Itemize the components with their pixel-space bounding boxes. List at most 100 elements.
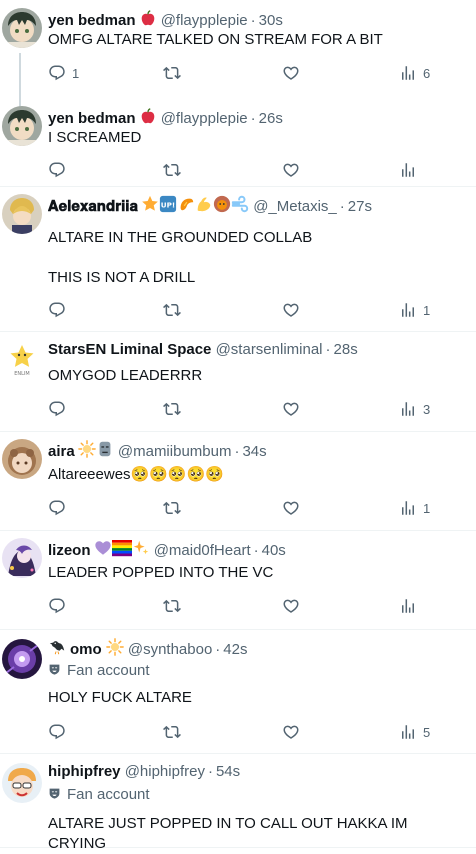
user-handle[interactable]: @synthaboo bbox=[128, 641, 212, 658]
retweet-button[interactable] bbox=[163, 722, 187, 742]
apple-icon bbox=[139, 9, 157, 29]
tweet-text: ALTARE IN THE GROUNDED COLLAB THIS IS NO… bbox=[48, 229, 313, 286]
user-handle[interactable]: @starsenliminal bbox=[216, 341, 323, 358]
retweet-button[interactable] bbox=[163, 596, 187, 616]
tweet[interactable]: 𝐀𝐞𝐥𝐞𝐱𝐚𝐧𝐝𝐫𝐢𝐢𝐚 UP! @_Metaxis_ · 27s ALTARE IN … bbox=[0, 186, 476, 332]
tweet-header: yen bedman @flaypplepie · 26s bbox=[48, 107, 468, 127]
reply-button[interactable] bbox=[48, 300, 72, 320]
avatar[interactable] bbox=[2, 763, 42, 803]
user-handle[interactable]: @hiphipfrey bbox=[125, 763, 205, 780]
retweet-icon bbox=[163, 597, 181, 615]
tweet[interactable]: hiphipfrey @hiphipfrey · 54s Fan account ALT… bbox=[0, 753, 476, 852]
views-count: 5 bbox=[423, 724, 431, 740]
tweet-actions: 16 bbox=[48, 63, 438, 83]
reply-icon bbox=[48, 597, 66, 615]
avatar[interactable] bbox=[2, 639, 42, 679]
views-button[interactable]: 3 bbox=[399, 399, 430, 419]
reply-button[interactable] bbox=[48, 596, 72, 616]
name-emojis bbox=[77, 440, 114, 460]
tweet-text: ALTARE JUST POPPED IN TO CALL OUT HAKKA … bbox=[48, 815, 408, 852]
tweet-text: LEADER POPPED INTO THE VC bbox=[48, 564, 274, 581]
like-button[interactable] bbox=[282, 63, 306, 83]
tweet-text: I SCREAMED bbox=[48, 129, 142, 146]
tweet[interactable]: aira @mamiibumbum · 34s Altareeewes🥺🥺🥺🥺🥺 1 bbox=[0, 431, 476, 531]
display-name[interactable]: omo bbox=[70, 641, 102, 658]
reply-icon bbox=[48, 161, 66, 179]
like-button[interactable] bbox=[282, 160, 306, 180]
like-button[interactable] bbox=[282, 498, 306, 518]
heart-icon bbox=[282, 499, 300, 517]
retweet-button[interactable] bbox=[163, 63, 187, 83]
separator-dot: · bbox=[325, 341, 331, 358]
views-button[interactable] bbox=[399, 596, 423, 616]
display-name[interactable]: lizeon bbox=[48, 542, 91, 559]
timestamp[interactable]: 54s bbox=[216, 763, 240, 780]
fan-account-text: Fan account bbox=[67, 786, 150, 803]
display-name[interactable]: hiphipfrey bbox=[48, 763, 121, 780]
views-count: 3 bbox=[423, 401, 431, 417]
like-button[interactable] bbox=[282, 596, 306, 616]
views-button[interactable]: 6 bbox=[399, 63, 430, 83]
reply-button[interactable] bbox=[48, 498, 72, 518]
user-handle[interactable]: @flaypplepie bbox=[161, 110, 248, 127]
retweet-icon bbox=[163, 161, 181, 179]
reply-button[interactable] bbox=[48, 722, 72, 742]
crow-icon bbox=[48, 638, 66, 658]
like-button[interactable] bbox=[282, 300, 306, 320]
retweet-icon bbox=[163, 301, 181, 319]
bar-chart-icon bbox=[399, 499, 417, 517]
reply-button[interactable]: 1 bbox=[48, 63, 79, 83]
timestamp[interactable]: 28s bbox=[334, 341, 358, 358]
sun-icon bbox=[105, 638, 124, 658]
display-name[interactable]: 𝐀𝐞𝐥𝐞𝐱𝐚𝐧𝐝𝐫𝐢𝐢𝐚 bbox=[48, 198, 138, 215]
timestamp[interactable]: 42s bbox=[223, 641, 247, 658]
avatar[interactable] bbox=[2, 8, 42, 48]
tweet[interactable]: lizeon @maid0fHeart · 40s LEADER POPPED INT… bbox=[0, 530, 476, 630]
tweet-header: lizeon @maid0fHeart · 40s bbox=[48, 539, 468, 559]
avatar[interactable] bbox=[2, 538, 42, 578]
views-button[interactable]: 1 bbox=[399, 300, 430, 320]
avatar[interactable] bbox=[2, 194, 42, 234]
timestamp[interactable]: 40s bbox=[262, 542, 286, 559]
up-button-icon: UP! bbox=[159, 195, 177, 215]
tweet[interactable]: yen bedman @flaypplepie · 26s I SCREAMED bbox=[0, 98, 476, 187]
retweet-button[interactable] bbox=[163, 160, 187, 180]
bar-chart-icon bbox=[399, 301, 417, 319]
timestamp[interactable]: 30s bbox=[259, 12, 283, 29]
views-count: 6 bbox=[423, 65, 431, 81]
display-name[interactable]: aira bbox=[48, 443, 75, 460]
display-name[interactable]: yen bedman bbox=[48, 12, 136, 29]
avatar[interactable]: ENLIM bbox=[2, 339, 42, 379]
tweet[interactable]: ENLIM StarsEN Liminal Space @starsenlimin… bbox=[0, 331, 476, 432]
reply-button[interactable] bbox=[48, 399, 72, 419]
tweet-header: yen bedman @flaypplepie · 30s bbox=[48, 9, 468, 29]
display-name[interactable]: yen bedman bbox=[48, 110, 136, 127]
retweet-button[interactable] bbox=[163, 300, 187, 320]
user-handle[interactable]: @_Metaxis_ bbox=[253, 198, 337, 215]
timestamp[interactable]: 34s bbox=[242, 443, 266, 460]
views-button[interactable] bbox=[399, 160, 423, 180]
bar-chart-icon bbox=[399, 597, 417, 615]
tweet[interactable]: yen bedman @flaypplepie · 30s OMFG ALTARE T… bbox=[0, 0, 476, 110]
views-button[interactable]: 1 bbox=[399, 498, 430, 518]
user-handle[interactable]: @maid0fHeart bbox=[154, 542, 251, 559]
tweet[interactable]: omo @synthaboo · 42s Fan account HOLY FUCK A… bbox=[0, 629, 476, 754]
display-name[interactable]: StarsEN Liminal Space bbox=[48, 341, 211, 358]
like-button[interactable] bbox=[282, 722, 306, 742]
retweet-icon bbox=[163, 499, 181, 517]
separator-dot: · bbox=[234, 442, 240, 460]
replies-count: 1 bbox=[72, 65, 80, 81]
reply-button[interactable] bbox=[48, 160, 72, 180]
timestamp[interactable]: 26s bbox=[259, 110, 283, 127]
avatar[interactable] bbox=[2, 106, 42, 146]
views-button[interactable]: 5 bbox=[399, 722, 430, 742]
tweet-actions: 1 bbox=[48, 300, 438, 320]
timestamp[interactable]: 27s bbox=[348, 198, 372, 215]
retweet-button[interactable] bbox=[163, 399, 187, 419]
user-handle[interactable]: @flaypplepie bbox=[161, 12, 248, 29]
avatar[interactable] bbox=[2, 439, 42, 479]
like-button[interactable] bbox=[282, 399, 306, 419]
retweet-button[interactable] bbox=[163, 498, 187, 518]
user-handle[interactable]: @mamiibumbum bbox=[118, 443, 232, 460]
rainbow-flag-icon bbox=[111, 539, 132, 559]
